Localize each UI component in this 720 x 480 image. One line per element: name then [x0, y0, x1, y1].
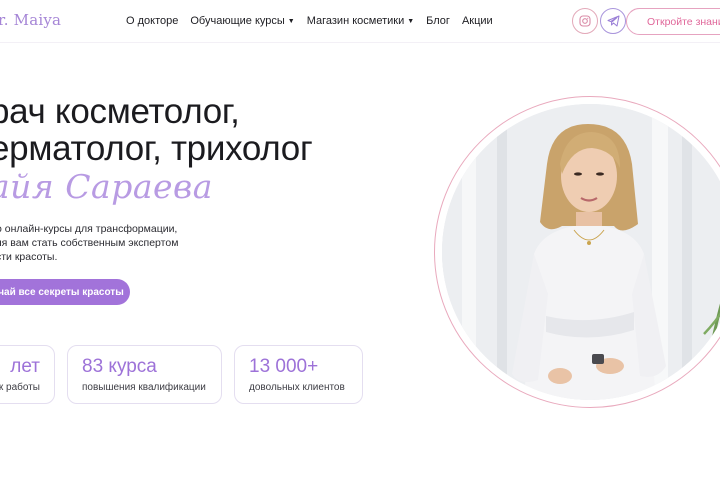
stat-card-clients: 13 000+ довольных клиентов: [234, 345, 363, 404]
telegram-button[interactable]: [600, 8, 626, 34]
instagram-icon: [579, 15, 591, 27]
nav-item-label: Магазин косметики: [306, 15, 405, 27]
open-knowledge-button[interactable]: Откройте знани: [626, 8, 720, 35]
learn-secrets-button[interactable]: чай все секреты красоты: [0, 279, 130, 305]
page: r. Maiya О докторе Обучающие курсы ▼ Маг…: [0, 0, 720, 480]
doctor-photo: [442, 104, 720, 400]
hero-description-line: сти красоты.: [0, 251, 58, 263]
nav-item-label: О докторе: [126, 15, 179, 27]
caret-down-icon: ▼: [407, 17, 415, 25]
nav-item-blog[interactable]: Блог: [426, 15, 450, 27]
stat-label: повышения квалификации: [82, 382, 206, 393]
nav-item-shop[interactable]: Магазин косметики ▼: [307, 15, 414, 27]
instagram-button[interactable]: [572, 8, 598, 34]
stat-label: довольных клиентов: [249, 382, 345, 393]
logo[interactable]: r. Maiya: [0, 11, 61, 29]
nav-item-courses[interactable]: Обучающие курсы ▼: [190, 15, 294, 27]
stat-value: лет: [10, 356, 40, 377]
nav-item-about[interactable]: О докторе: [126, 15, 178, 27]
main-nav: О докторе Обучающие курсы ▼ Магазин косм…: [126, 15, 505, 27]
doctor-portrait-illustration: [442, 104, 720, 400]
hero-description-line: яя вам стать собственным экспертом: [0, 237, 179, 249]
doctor-name: айя Сараева: [0, 167, 213, 206]
telegram-icon: [607, 15, 619, 27]
hero-title-line1: рач косметолог,: [0, 92, 240, 131]
stat-label: к работы: [0, 382, 40, 393]
caret-down-icon: ▼: [287, 17, 295, 25]
stat-card-experience: лет к работы: [0, 345, 55, 404]
nav-item-label: Блог: [426, 15, 450, 27]
stat-card-courses: 83 курса повышения квалификации: [67, 345, 222, 404]
stat-value: 13 000+: [249, 356, 319, 377]
hero-title-line2: ерматолог, трихолог: [0, 129, 313, 168]
stat-value: 83 курса: [82, 356, 157, 377]
hero-description: о онлайн-курсы для трансформации, яя вам…: [0, 222, 186, 264]
hero-description-line: о онлайн-курсы для трансформации,: [0, 223, 178, 235]
nav-item-label: Акции: [461, 15, 493, 27]
header-divider: [0, 42, 720, 43]
nav-item-label: Обучающие курсы: [190, 15, 285, 27]
nav-item-promotions[interactable]: Акции: [462, 15, 493, 27]
